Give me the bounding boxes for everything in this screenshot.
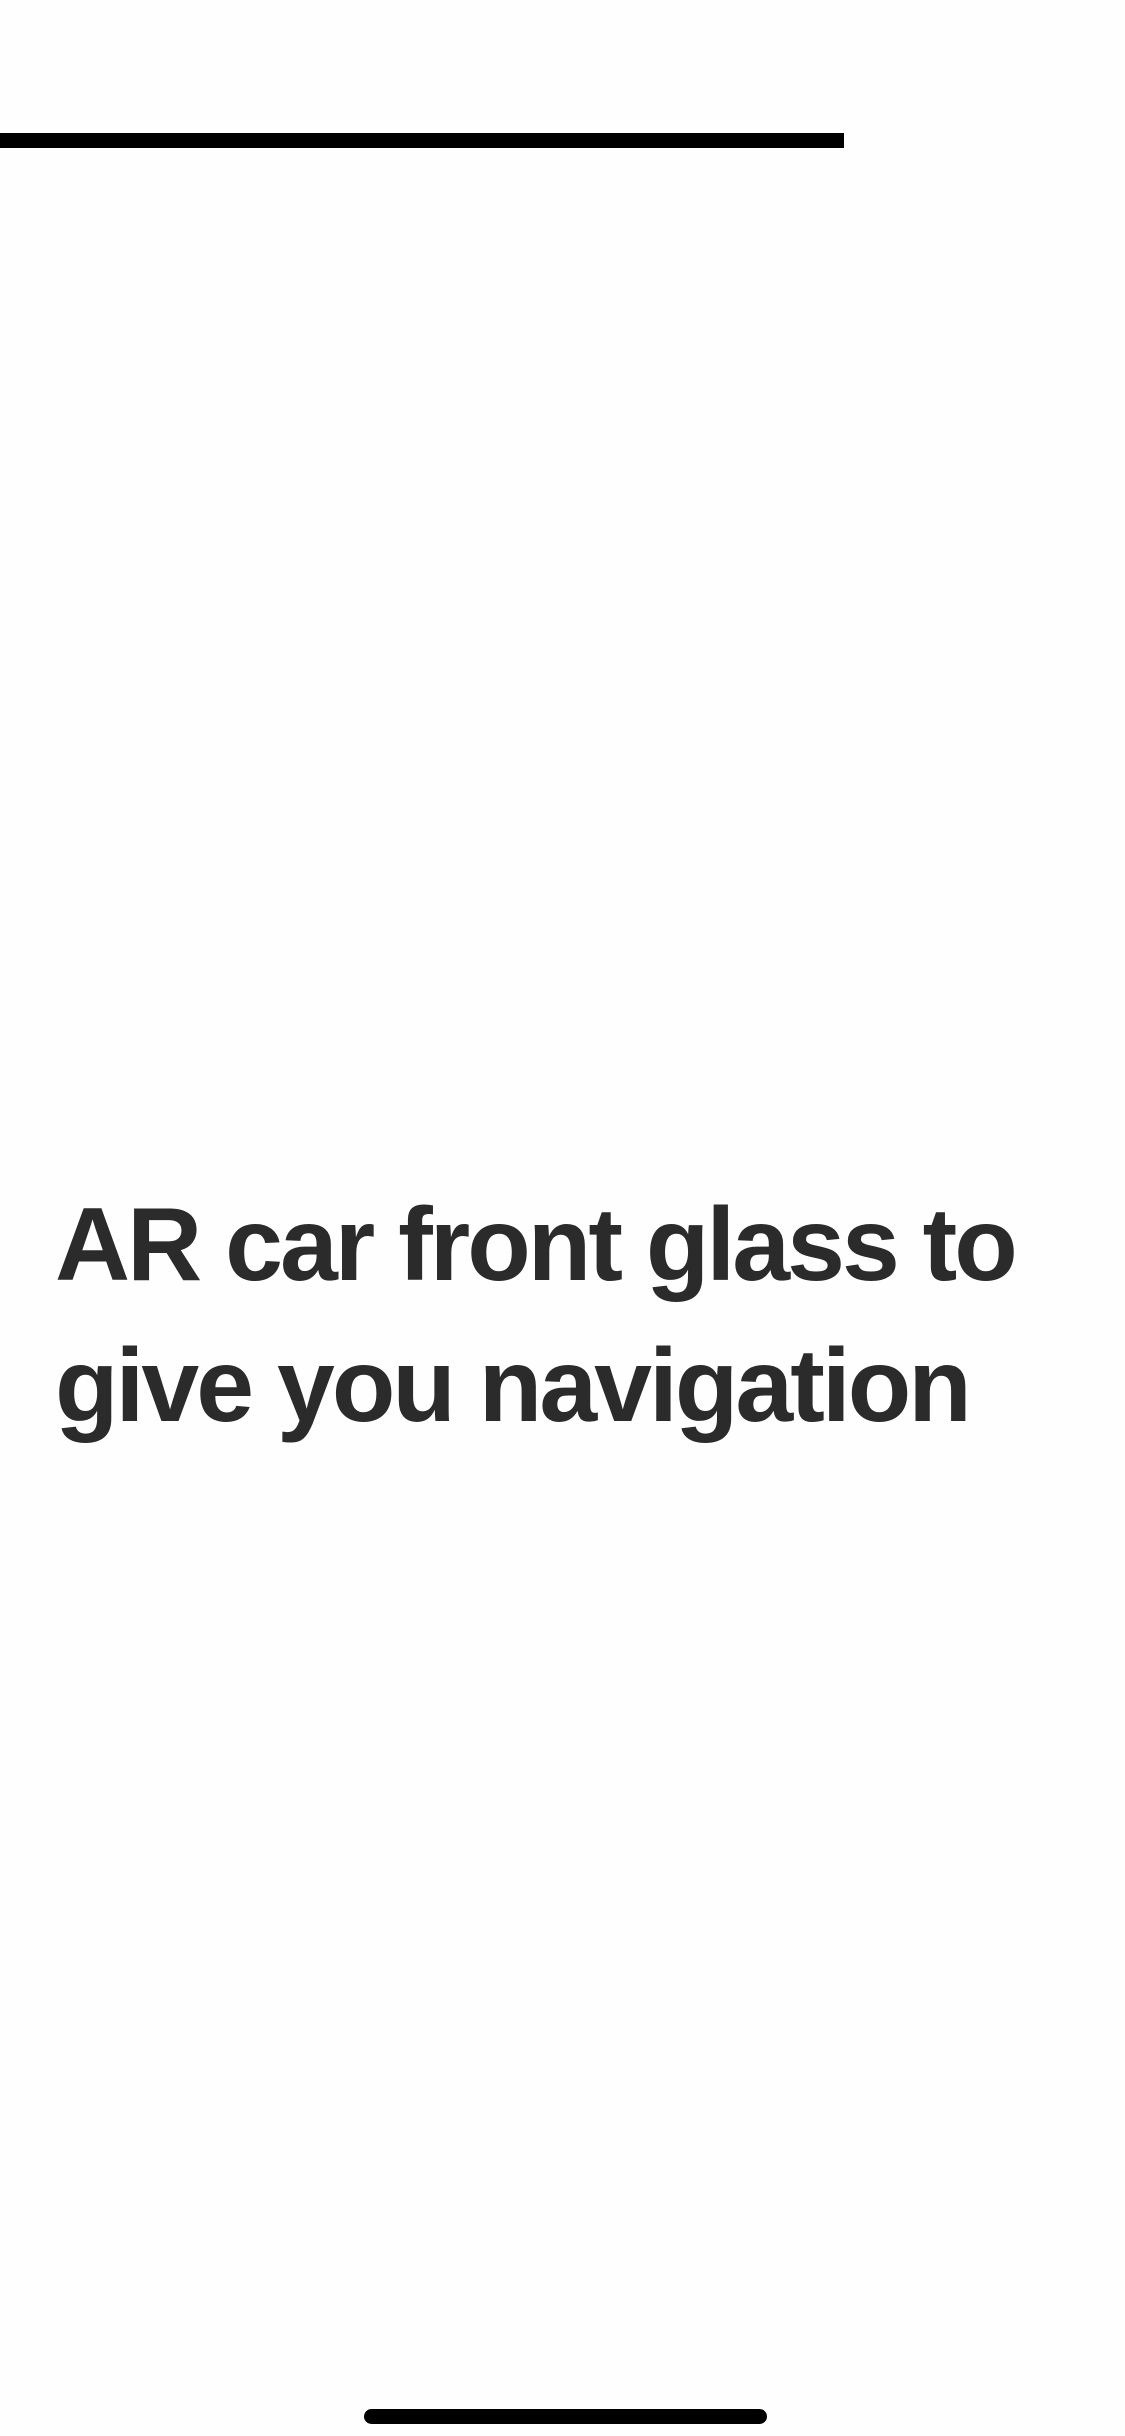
story-headline: AR car front glass to give you navigatio… — [55, 1187, 1018, 1444]
home-indicator[interactable] — [364, 2409, 767, 2424]
story-progress-bar — [0, 133, 844, 148]
